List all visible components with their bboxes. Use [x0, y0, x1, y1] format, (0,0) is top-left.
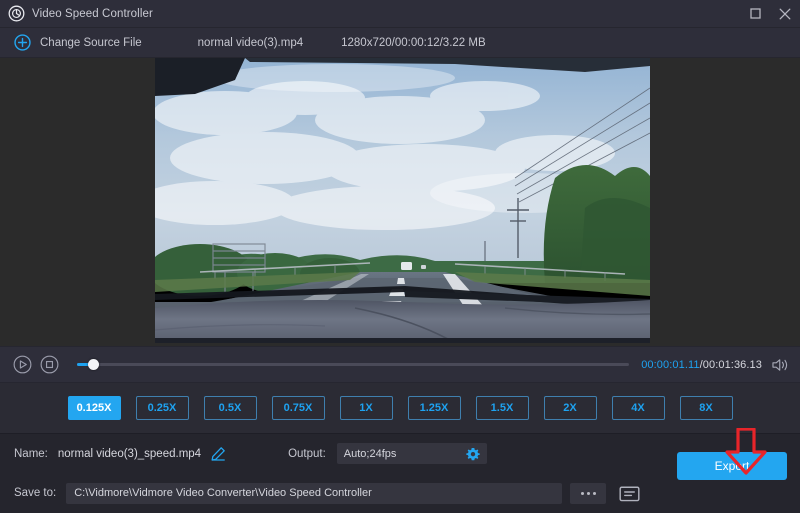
output-label: Output:	[288, 448, 326, 460]
name-label: Name:	[14, 448, 48, 460]
video-player-surface[interactable]	[155, 58, 650, 343]
speed-option-0125x[interactable]: 0.125X	[68, 396, 121, 420]
ellipsis-icon	[581, 492, 584, 495]
output-settings-panel: Name: normal video(3)_speed.mp4 Output: …	[0, 433, 800, 513]
stop-button[interactable]	[40, 355, 59, 374]
ellipsis-icon	[593, 492, 596, 495]
speed-option-2x[interactable]: 2X	[544, 396, 597, 420]
export-button[interactable]: Export	[677, 452, 787, 480]
speed-options-bar: 0.125X 0.25X 0.5X 0.75X 1X 1.25X 1.5X 2X…	[0, 382, 800, 433]
source-toolbar: Change Source File normal video(3).mp4 1…	[0, 28, 800, 58]
plus-circle-icon	[14, 34, 31, 51]
seek-handle[interactable]	[88, 359, 99, 370]
change-source-file-button[interactable]: Change Source File	[14, 34, 142, 51]
gear-icon[interactable]	[466, 447, 480, 461]
speed-option-15x[interactable]: 1.5X	[476, 396, 529, 420]
speed-option-05x[interactable]: 0.5X	[204, 396, 257, 420]
close-icon	[779, 8, 791, 20]
volume-button[interactable]	[771, 357, 790, 373]
save-path-value: C:\Vidmore\Vidmore Video Converter\Video…	[74, 487, 372, 499]
save-path-field[interactable]: C:\Vidmore\Vidmore Video Converter\Video…	[66, 483, 562, 504]
maximize-icon	[750, 8, 761, 19]
close-button[interactable]	[770, 0, 800, 27]
speed-option-025x[interactable]: 0.25X	[136, 396, 189, 420]
video-speed-controller-window: Video Speed Controller Change Source Fil…	[0, 0, 800, 513]
browse-path-button[interactable]	[570, 483, 606, 504]
video-preview-area	[0, 58, 800, 346]
speed-option-8x[interactable]: 8X	[680, 396, 733, 420]
source-file-name: normal video(3).mp4	[198, 37, 303, 49]
ellipsis-icon	[587, 492, 590, 495]
play-icon	[14, 356, 31, 373]
output-file-name: normal video(3)_speed.mp4	[58, 448, 201, 460]
speed-option-1x[interactable]: 1X	[340, 396, 393, 420]
window-title: Video Speed Controller	[32, 8, 153, 20]
save-to-label: Save to:	[14, 487, 56, 499]
volume-icon	[773, 359, 780, 369]
title-bar: Video Speed Controller	[0, 0, 800, 28]
video-frame-image	[155, 58, 650, 343]
window-controls	[740, 0, 800, 27]
total-time: 00:01:36.13	[703, 359, 762, 371]
source-file-metadata: 1280x720/00:00:12/3.22 MB	[341, 37, 486, 49]
folder-icon	[620, 487, 639, 500]
output-format-field[interactable]: Auto;24fps	[337, 443, 487, 464]
output-format-value: Auto;24fps	[344, 448, 397, 460]
speed-option-075x[interactable]: 0.75X	[272, 396, 325, 420]
speed-option-125x[interactable]: 1.25X	[408, 396, 461, 420]
maximize-button[interactable]	[740, 0, 770, 27]
time-display: 00:00:01.11/00:01:36.13	[641, 359, 762, 371]
pencil-edit-icon[interactable]	[210, 446, 226, 462]
change-source-file-label: Change Source File	[40, 37, 142, 49]
open-folder-button[interactable]	[618, 484, 641, 503]
seek-slider[interactable]	[77, 358, 629, 372]
stop-icon	[41, 356, 58, 373]
current-time: 00:00:01.11	[641, 359, 699, 371]
playback-controls-bar: 00:00:01.11/00:01:36.13	[0, 346, 800, 382]
speed-option-4x[interactable]: 4X	[612, 396, 665, 420]
play-button[interactable]	[13, 355, 32, 374]
vidmore-circle-logo-icon	[8, 5, 25, 22]
seek-track	[77, 363, 629, 366]
